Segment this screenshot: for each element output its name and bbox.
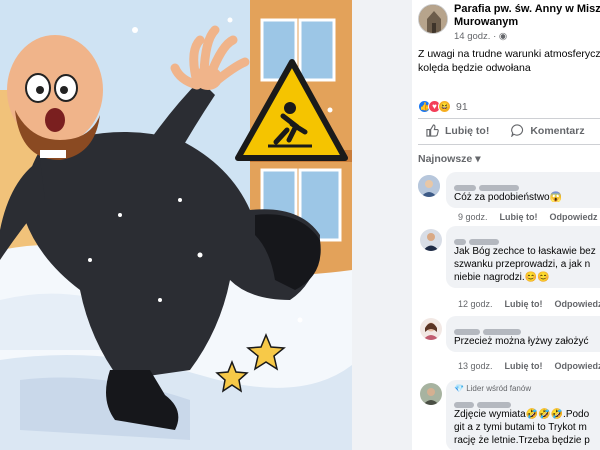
post-panel: Parafia pw. św. Anny w Miszew Murowanym … [412, 0, 600, 450]
post-text-line1: Z uwagi na trudne warunki atmosferyczne [418, 48, 600, 60]
comment-reply-button[interactable]: Odpowiedz [555, 361, 600, 371]
comment-label: Komentarz [530, 124, 585, 137]
gutter [352, 0, 412, 450]
page-avatar[interactable] [418, 4, 448, 34]
page-name-line1[interactable]: Parafia pw. św. Anny w Miszew [454, 3, 600, 15]
comment-text-line: Jak Bóg zechce to łaskawie bez [454, 246, 596, 257]
commenter-name-redacted[interactable] [454, 232, 600, 245]
commenter-name-redacted[interactable] [454, 178, 600, 191]
comment-text: Cóż za podobieństwo😱 [454, 192, 563, 203]
comment-text-line: szwanku przeprowadzi, a jak n [454, 259, 591, 270]
post-photo[interactable] [0, 0, 352, 450]
comment-like-button[interactable]: Lubię to! [500, 212, 538, 222]
comment-bubble: Jak Bóg zechce to łaskawie bez szwanku p… [446, 226, 600, 288]
sort-label: Najnowsze [418, 153, 473, 165]
page-name-line2[interactable]: Murowanym [454, 16, 600, 29]
post-time[interactable]: 14 godz. [454, 31, 490, 42]
commenter-name-redacted[interactable] [454, 322, 600, 335]
divider [418, 118, 600, 119]
post-actions: Lubię to! Komentarz [426, 124, 600, 137]
post-text-line2: kolęda będzie odwołana [418, 62, 531, 74]
comment-text: Przecież można łyżwy założyć [454, 336, 589, 347]
comment-button[interactable]: Komentarz [511, 124, 585, 137]
comment-sort-dropdown[interactable]: Najnowsze ▾ [418, 153, 480, 165]
post-text: Z uwagi na trudne warunki atmosferyczne … [418, 47, 600, 75]
caret-down-icon: ▾ [475, 153, 481, 165]
comment-meta: 13 godz. Lubię to! Odpowiedz [458, 361, 600, 371]
commenter-avatar[interactable] [420, 229, 442, 251]
comment-reply-button[interactable]: Odpowiedz [550, 212, 598, 222]
divider [418, 144, 600, 145]
post-meta: 14 godz. · ◉ [454, 31, 507, 42]
like-label: Lubię to! [445, 124, 490, 137]
thumbs-up-icon [426, 124, 439, 137]
comment-meta: 9 godz. Lubię to! Odpowiedz [458, 212, 598, 222]
comment-time[interactable]: 9 godz. [458, 212, 488, 222]
comment-text-line: niebie nagrodzi.😊😊 [454, 272, 550, 283]
comment-like-button[interactable]: Lubię to! [505, 361, 543, 371]
reaction-count[interactable]: 91 [456, 101, 468, 113]
haha-reaction-icon: 😆 [438, 100, 451, 113]
comment-bubble: Przecież można łyżwy założyć [446, 316, 600, 352]
comment-icon [511, 124, 524, 137]
commenter-avatar[interactable] [418, 175, 440, 197]
comment-text-line: rację że letnie.Trzeba będzie p [454, 435, 590, 446]
top-fan-label: Lider wśród fanów [466, 384, 532, 393]
top-fan-badge: 💎 Lider wśród fanów [454, 384, 532, 393]
commenter-name-redacted[interactable] [454, 395, 600, 408]
comment-reply-button[interactable]: Odpowiedz [555, 299, 600, 309]
comment-text-line: Zdjęcie wymiata🤣🤣🤣.Podo [454, 409, 590, 420]
commenter-avatar[interactable] [420, 318, 442, 340]
comment-bubble: Cóż za podobieństwo😱 [446, 172, 600, 208]
comment-text-line: git a z tymi butami to Trykot m [454, 422, 587, 433]
page-name[interactable]: Parafia pw. św. Anny w Miszew Murowanym [454, 3, 600, 29]
comment-time[interactable]: 13 godz. [458, 361, 493, 371]
comment-meta: 12 godz. Lubię to! Odpowiedz [458, 299, 600, 309]
globe-icon: · ◉ [493, 31, 508, 42]
reaction-summary[interactable]: 👍 ♥ 😆 91 [418, 100, 468, 113]
comment-time[interactable]: 12 godz. [458, 299, 493, 309]
like-button[interactable]: Lubię to! [426, 124, 489, 137]
comment-bubble: 💎 Lider wśród fanów Zdjęcie wymiata🤣🤣🤣.P… [446, 380, 600, 450]
commenter-avatar[interactable] [420, 383, 442, 405]
comment-like-button[interactable]: Lubię to! [505, 299, 543, 309]
